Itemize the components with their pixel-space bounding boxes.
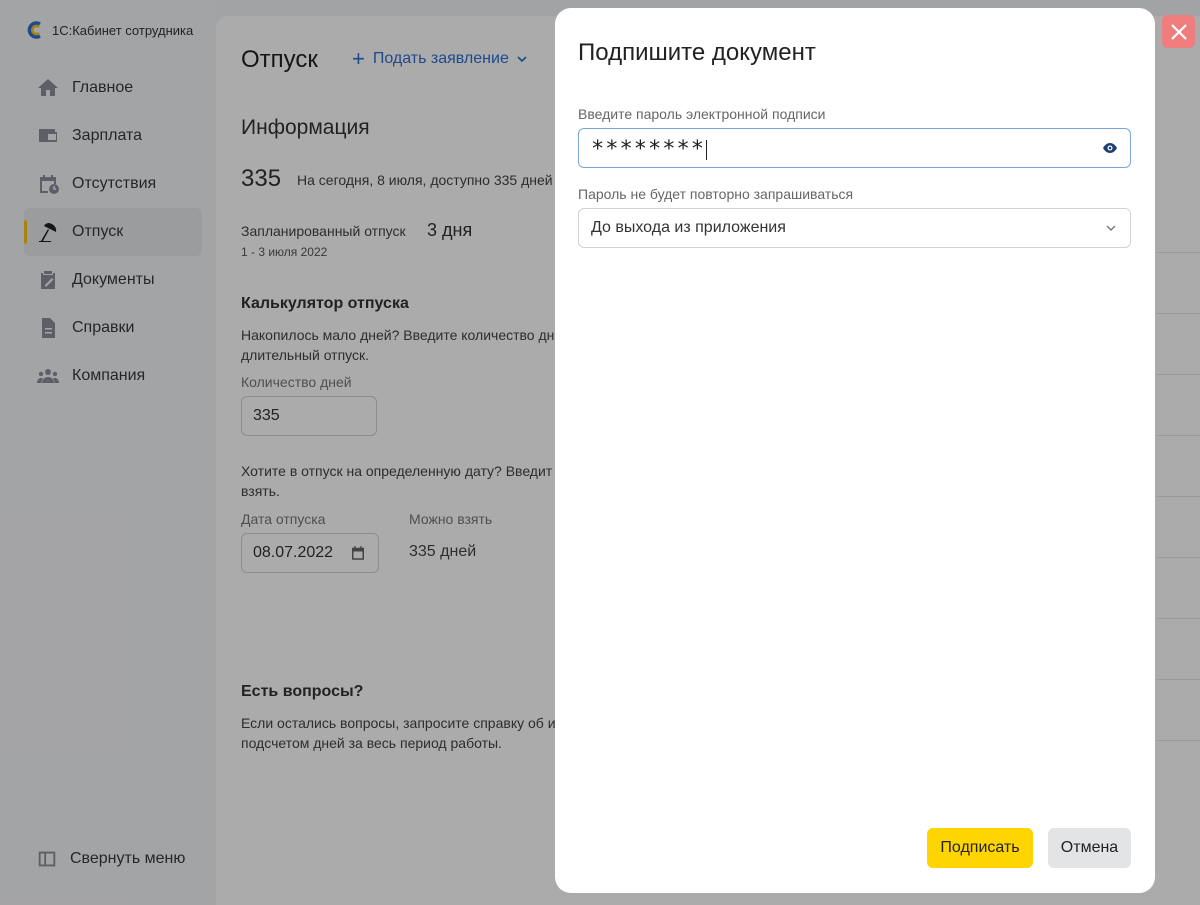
dialog-title: Подпишите документ [578, 39, 816, 66]
password-remember-select[interactable]: До выхода из приложения [578, 208, 1131, 248]
password-value-wrap: ******** [591, 135, 707, 161]
sign-document-dialog: Подпишите документ Введите пароль электр… [555, 8, 1155, 893]
close-dialog-button[interactable] [1162, 15, 1195, 48]
select-value: До выхода из приложения [591, 219, 786, 236]
chevron-down-icon [1106, 225, 1116, 231]
cancel-button[interactable]: Отмена [1048, 828, 1131, 868]
password-label: Введите пароль электронной подписи [578, 106, 826, 122]
close-icon [1170, 23, 1187, 40]
text-caret [705, 140, 707, 160]
password-input[interactable]: ******** [578, 128, 1131, 168]
eye-icon[interactable] [1102, 140, 1118, 156]
remember-label: Пароль не будет повторно запрашиваться [578, 186, 854, 202]
sign-button[interactable]: Подписать [927, 828, 1033, 868]
password-masked-value: ******** [591, 137, 705, 162]
